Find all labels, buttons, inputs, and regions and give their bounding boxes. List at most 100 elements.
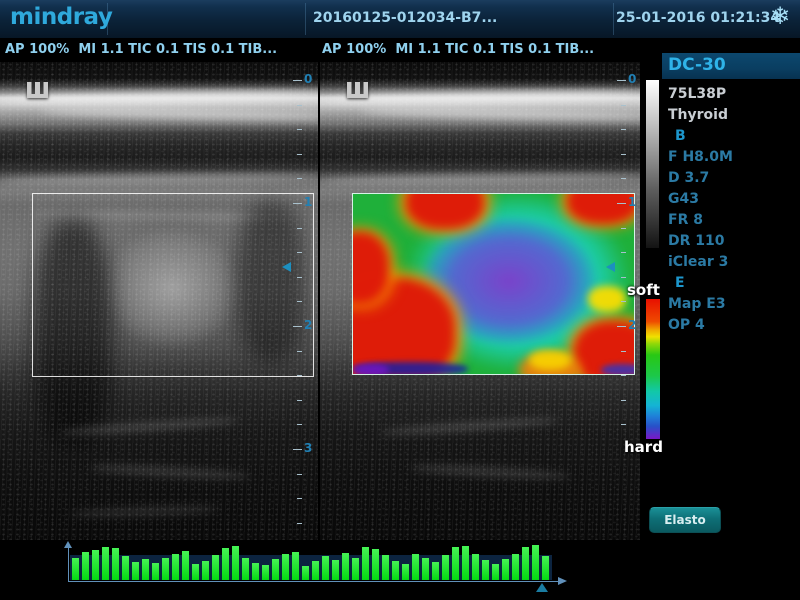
status-line-right: AP 100% MI 1.1 TIC 0.1 TIS 0.1 TIB... [322,42,594,57]
sidebar-item-g43: G43 [668,189,798,210]
strain-bar [372,549,379,580]
elasto-colorbar [646,299,660,439]
strain-bar [542,556,549,580]
strain-bar [212,555,219,580]
ruler-minor-tick [297,375,302,376]
strain-bar [262,565,269,580]
status-line-left: AP 100% MI 1.1 TIC 0.1 TIS 0.1 TIB... [5,42,277,57]
strain-bar [82,552,89,580]
elasto-purple-strip [353,364,389,375]
hard-label: hard [624,438,663,456]
topbar-divider [305,3,306,35]
strain-bar [122,556,129,580]
sidebar-item-d-3-7: D 3.7 [668,168,798,189]
sidebar-item-iclear-3: iClear 3 [668,252,798,273]
sidebar-item-thyroid: Thyroid [668,105,798,126]
strain-bar [342,553,349,580]
ruler-minor-tick [297,178,302,179]
ruler-major-tick [293,449,302,450]
strain-bar [312,561,319,580]
ruler-minor-tick [621,301,626,302]
strain-meter [72,546,554,580]
ruler-minor-tick [621,424,626,425]
strain-bar [102,547,109,580]
ruler-minor-tick [297,252,302,253]
elasto-button[interactable]: Elasto [649,507,721,533]
strain-bar [252,563,259,580]
strain-bar [462,546,469,580]
ruler-minor-tick [621,351,626,352]
strain-bar [192,564,199,580]
strain-bar [522,547,529,580]
elasto-overlay [352,193,635,375]
ruler-minor-tick [297,523,302,524]
ruler-major-tick [293,326,302,327]
strain-bar [392,561,399,580]
depth-ruler-left: 0123 [288,62,318,540]
strain-bar [322,556,329,580]
ruler-depth-label: 0 [304,72,312,86]
sidebar-item-dr-110: DR 110 [668,231,798,252]
elasto-yellow-spot [529,350,571,370]
strain-bar [332,560,339,580]
strain-bar [92,550,99,580]
ruler-depth-label: 1 [304,195,312,209]
us-pane-bmode: 0123 [0,62,318,540]
strain-bar [382,555,389,580]
strain-bar [112,548,119,580]
ruler-major-tick [617,326,626,327]
ruler-minor-tick [297,351,302,352]
topbar-divider [613,3,614,35]
strain-bar [292,552,299,580]
us-pane-elasto: 012 [320,62,640,540]
ruler-minor-tick [297,400,302,401]
strain-bar [352,558,359,580]
strain-bar [272,559,279,580]
ruler-minor-tick [297,424,302,425]
strain-bar [532,545,539,580]
strain-bar [412,554,419,580]
sidebar-header: DC-30 [662,53,800,79]
sidebar-item-e: E [668,273,798,294]
strain-bar [482,560,489,580]
strain-bar [362,547,369,580]
strain-bar [282,554,289,580]
axis-arrow-right-icon [558,577,567,585]
strain-bar [232,546,239,580]
strain-axis-vertical [68,547,69,581]
strain-bar [512,554,519,580]
ruler-depth-label: 2 [628,318,636,332]
ruler-major-tick [293,203,302,204]
strain-bar [222,548,229,580]
strain-bar [502,559,509,580]
strain-bar [242,558,249,580]
probe-orientation-icon [27,82,48,98]
ruler-minor-tick [297,301,302,302]
strain-bar [132,562,139,580]
soft-label: soft [627,281,660,299]
strain-bar [142,559,149,580]
ruler-major-tick [617,80,626,81]
ruler-minor-tick [621,375,626,376]
strain-bar [202,561,209,580]
sidebar-item-map-e3: Map E3 [668,294,798,315]
ruler-depth-label: 3 [304,441,312,455]
ruler-major-tick [617,203,626,204]
ruler-minor-tick [297,154,302,155]
strain-bar [452,547,459,580]
strain-bar [172,554,179,580]
ruler-minor-tick [297,129,302,130]
depth-ruler-right: 012 [612,62,640,540]
ruler-minor-tick [297,277,302,278]
strain-bar [302,566,309,580]
position-marker-icon [536,583,548,592]
strain-bar [402,564,409,580]
strain-bar [492,564,499,580]
strain-bar [72,558,79,580]
sidebar-item-fr-8: FR 8 [668,210,798,231]
sidebar-parameter-list: 75L38PThyroidBF H8.0MD 3.7G43FR 8DR 110i… [668,84,798,336]
ultrasound-screen: mindray 20160125-012034-B7... 25-01-2016… [0,0,800,600]
sidebar-item-op-4: OP 4 [668,315,798,336]
patient-id: 20160125-012034-B7... [313,10,497,26]
ruler-minor-tick [621,228,626,229]
